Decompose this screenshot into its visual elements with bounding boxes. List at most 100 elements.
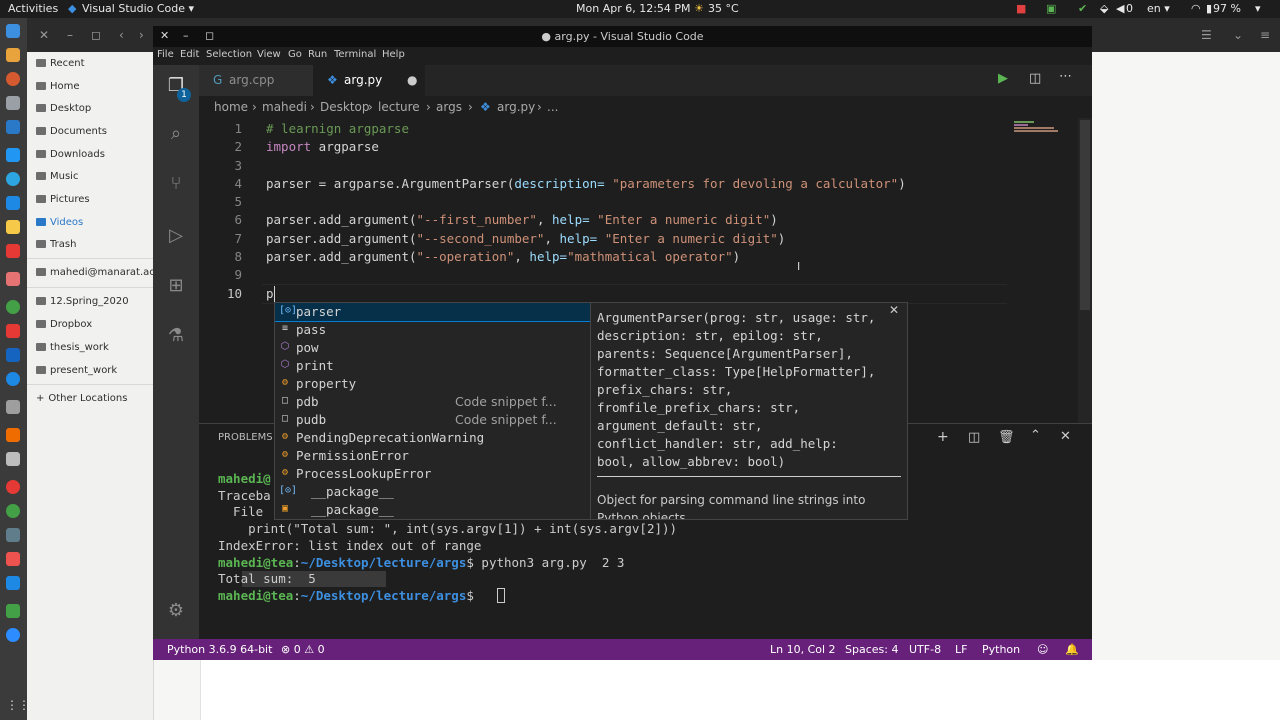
- run-python-file-icon[interactable]: ▶: [998, 71, 1008, 86]
- sidebar-item-pictures[interactable]: Pictures: [36, 194, 90, 205]
- minimap[interactable]: [1012, 118, 1078, 423]
- suggestion-item[interactable]: ⬡ pow: [275, 339, 591, 357]
- battery-icon[interactable]: ▮: [1206, 2, 1212, 15]
- close-details-icon[interactable]: ✕: [889, 303, 899, 317]
- suggestion-item[interactable]: ⚙ PendingDeprecationWarning: [275, 429, 591, 447]
- files-app-icon[interactable]: [6, 24, 20, 38]
- chrome-app-icon[interactable]: [6, 480, 20, 494]
- source-control-icon[interactable]: ⑂: [165, 173, 187, 195]
- new-terminal-plus-icon[interactable]: +: [937, 429, 949, 445]
- breadcrumb-file[interactable]: arg.py: [497, 100, 535, 114]
- suggestion-item[interactable]: ▣ __package__: [275, 501, 591, 519]
- suggestion-item[interactable]: ⚙ property: [275, 375, 591, 393]
- blue-app-icon[interactable]: [6, 348, 20, 362]
- suggestion-item[interactable]: ⚙ ProcessLookupError: [275, 465, 591, 483]
- python-interpreter[interactable]: Python 3.6.9 64-bit: [167, 643, 272, 656]
- terminal-cursor[interactable]: [497, 588, 505, 603]
- extensions-icon[interactable]: ⊞: [165, 275, 187, 297]
- sidebar-item-other-locations[interactable]: + Other Locations: [36, 393, 127, 404]
- editor-scrollbar[interactable]: [1078, 118, 1092, 423]
- sidebar-item-thesis[interactable]: thesis_work: [36, 342, 109, 353]
- menu-edit[interactable]: Edit: [180, 49, 199, 60]
- files-forward-icon[interactable]: ›: [139, 28, 144, 42]
- firefox-app-icon[interactable]: [6, 72, 20, 86]
- breadcrumb-lecture[interactable]: lecture: [378, 100, 420, 114]
- chromium-app-icon[interactable]: [6, 504, 20, 518]
- tab-arg-cpp[interactable]: G arg.cpp: [199, 65, 313, 96]
- feedback-icon[interactable]: ☺: [1037, 643, 1048, 656]
- virtualbox-app-icon[interactable]: [6, 576, 20, 590]
- menu-selection[interactable]: Selection: [206, 49, 252, 60]
- manage-gear-icon[interactable]: ⚙: [165, 600, 187, 622]
- more-actions-icon[interactable]: ⋯: [1059, 69, 1072, 84]
- sidebar-item-spring[interactable]: 12.Spring_2020: [36, 296, 129, 307]
- telegram-app-icon[interactable]: [6, 172, 20, 186]
- menu-terminal[interactable]: Terminal: [334, 49, 376, 60]
- notifications-bell-icon[interactable]: 🔔: [1065, 643, 1079, 656]
- cursor-position[interactable]: Ln 10, Col 2: [770, 643, 836, 656]
- spreadsheet-app-icon[interactable]: [6, 604, 20, 618]
- tab-arg-py[interactable]: ❖ arg.py ●: [313, 65, 425, 96]
- menu-view[interactable]: View: [257, 49, 281, 60]
- end-of-line[interactable]: LF: [955, 643, 967, 656]
- suggestion-item[interactable]: □ pudb Code snippet f...: [275, 411, 591, 429]
- system-menu-chevron-icon[interactable]: ▾: [1255, 2, 1261, 15]
- breadcrumb-symbols[interactable]: ...: [547, 100, 558, 114]
- tool-red-app-icon[interactable]: [6, 552, 20, 566]
- sidebar-item-videos[interactable]: Videos: [36, 217, 83, 228]
- menu-go[interactable]: Go: [288, 49, 302, 60]
- pdf-app-icon[interactable]: [6, 244, 20, 258]
- files-menu-icon[interactable]: ≡: [1260, 28, 1270, 42]
- breadcrumb-mahedi[interactable]: mahedi: [262, 100, 307, 114]
- dropbox-icon[interactable]: ⬙: [1100, 2, 1108, 15]
- check-icon[interactable]: ✔: [1078, 2, 1087, 15]
- problems-count[interactable]: ⊗ 0 ⚠ 0: [281, 643, 325, 656]
- breadcrumb-home[interactable]: home: [214, 100, 248, 114]
- menu-run[interactable]: Run: [308, 49, 327, 60]
- wifi-icon[interactable]: ◠: [1191, 2, 1201, 15]
- indentation[interactable]: Spaces: 4: [845, 643, 898, 656]
- app-menu[interactable]: Visual Studio Code ▾: [82, 2, 194, 15]
- sidebar-item-recent[interactable]: Recent: [36, 58, 85, 69]
- system-app-icon[interactable]: [6, 528, 20, 542]
- files-back-icon[interactable]: ‹: [119, 28, 124, 42]
- split-terminal-icon[interactable]: ◫: [968, 430, 980, 445]
- sidebar-item-documents[interactable]: Documents: [36, 126, 107, 137]
- files-minimize-icon[interactable]: –: [67, 28, 73, 42]
- language-mode[interactable]: Python: [982, 643, 1020, 656]
- scrollbar-thumb[interactable]: [1080, 120, 1090, 310]
- python-app-icon[interactable]: [6, 220, 20, 234]
- teamviewer-app-icon[interactable]: [6, 196, 20, 210]
- suggestion-item[interactable]: [⊙] parser: [275, 303, 591, 322]
- sidebar-item-music[interactable]: Music: [36, 171, 78, 182]
- skype-app-icon[interactable]: [6, 148, 20, 162]
- sidebar-item-dropbox[interactable]: Dropbox: [36, 319, 92, 330]
- recording-icon[interactable]: ■: [1016, 2, 1026, 15]
- breadcrumb-desktop[interactable]: Desktop: [320, 100, 370, 114]
- zoom-app-icon[interactable]: [6, 628, 20, 642]
- sidebar-item-home[interactable]: Home: [36, 81, 80, 92]
- sidebar-item-present[interactable]: present_work: [36, 365, 117, 376]
- menu-file[interactable]: File: [157, 49, 174, 60]
- kill-terminal-trash-icon[interactable]: 🗑: [998, 430, 1015, 445]
- split-editor-icon[interactable]: ◫: [1029, 71, 1041, 86]
- vscode-dock-icon[interactable]: [6, 120, 20, 134]
- document-app-icon[interactable]: [6, 272, 20, 286]
- files-view-icon[interactable]: ☰: [1201, 28, 1212, 42]
- files-chevron-down-icon[interactable]: ⌄: [1233, 28, 1243, 42]
- breadcrumb-args[interactable]: args: [436, 100, 462, 114]
- tab-problems[interactable]: PROBLEMS: [218, 432, 273, 443]
- files-close-icon[interactable]: ✕: [39, 28, 49, 42]
- maximize-panel-chevron-up-icon[interactable]: ⌃: [1030, 428, 1041, 443]
- tools-app-icon[interactable]: [6, 428, 20, 442]
- suggestion-item[interactable]: ⚙ PermissionError: [275, 447, 591, 465]
- app-indicator-icon[interactable]: ▣: [1046, 2, 1056, 15]
- suggestion-item[interactable]: □ pdb Code snippet f...: [275, 393, 591, 411]
- unsaved-dot-icon[interactable]: ●: [407, 65, 417, 96]
- sidebar-item-account[interactable]: mahedi@manarat.ac.bd: [36, 267, 171, 278]
- sidebar-item-downloads[interactable]: Downloads: [36, 149, 105, 160]
- misc-app-icon[interactable]: [6, 452, 20, 466]
- menu-help[interactable]: Help: [382, 49, 405, 60]
- volume-icon[interactable]: ◀: [1116, 2, 1124, 15]
- search-icon[interactable]: ⌕: [165, 123, 187, 145]
